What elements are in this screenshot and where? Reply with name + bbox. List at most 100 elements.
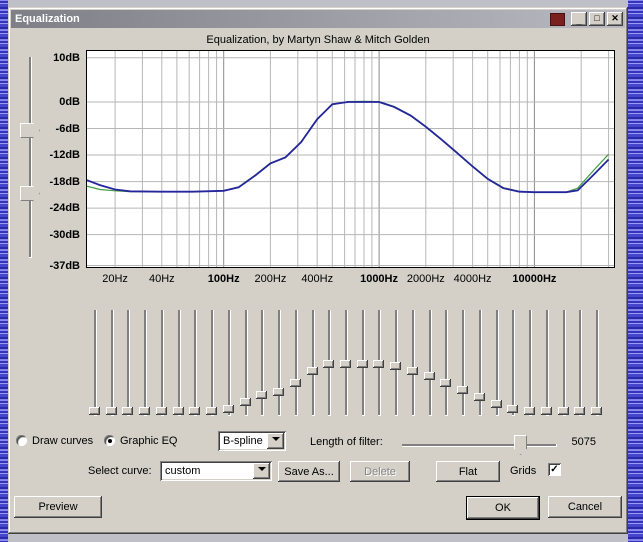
- draw-curves-label[interactable]: Draw curves: [32, 435, 93, 447]
- dropdown-arrow-icon[interactable]: [267, 433, 284, 449]
- eq-band-slider-100hz[interactable]: [206, 307, 218, 422]
- eq-band-thumb[interactable]: [122, 407, 134, 415]
- eq-band-slider-200hz[interactable]: [256, 307, 268, 422]
- eq-band-slider-63hz[interactable]: [172, 307, 185, 422]
- preview-button[interactable]: Preview: [14, 496, 102, 518]
- grids-label[interactable]: Grids: [510, 465, 536, 477]
- interpolation-combobox[interactable]: B-spline: [218, 431, 286, 451]
- eq-band-slider-20000hz[interactable]: [590, 307, 603, 422]
- eq-band-thumb[interactable]: [557, 407, 569, 415]
- eq-band-groove: [529, 310, 533, 416]
- eq-band-slider-250hz[interactable]: [273, 307, 285, 422]
- eq-band-groove: [227, 310, 231, 416]
- eq-band-thumb[interactable]: [590, 407, 602, 415]
- eq-band-thumb[interactable]: [540, 407, 552, 415]
- eq-band-slider-80hz[interactable]: [189, 307, 201, 422]
- eq-band-slider-400hz[interactable]: [306, 307, 319, 422]
- graphic-eq-radio[interactable]: [104, 435, 115, 446]
- eq-band-thumb[interactable]: [440, 378, 452, 387]
- eq-band-slider-3150hz[interactable]: [457, 307, 469, 422]
- maximize-button[interactable]: □: [589, 12, 605, 26]
- grids-checkbox[interactable]: ✓: [548, 463, 561, 476]
- eq-band-thumb[interactable]: [155, 407, 167, 415]
- eq-band-groove: [512, 310, 516, 416]
- filter-length-slider-thumb[interactable]: [514, 435, 527, 455]
- eq-band-slider-20hz[interactable]: [89, 307, 101, 422]
- eq-band-thumb[interactable]: [139, 407, 151, 415]
- graphic-eq-label[interactable]: Graphic EQ: [120, 435, 177, 447]
- eq-band-thumb[interactable]: [406, 367, 418, 376]
- eq-band-thumb[interactable]: [289, 378, 301, 387]
- flat-button[interactable]: Flat: [436, 461, 500, 482]
- eq-band-slider-125hz[interactable]: [222, 307, 235, 422]
- eq-band-thumb[interactable]: [105, 407, 117, 415]
- eq-band-thumb[interactable]: [172, 407, 184, 415]
- y-tick-label: -30dB: [49, 228, 80, 241]
- eq-band-slider-16000hz[interactable]: [574, 307, 586, 422]
- eq-band-thumb[interactable]: [524, 407, 536, 415]
- close-icon: ✕: [611, 12, 619, 23]
- eq-band-thumb[interactable]: [256, 390, 268, 399]
- y-axis-labels: 10dB 0dB -6dB -12dB -18dB -24dB -30dB -37dB: [32, 50, 82, 272]
- y-tick-label: 10dB: [53, 51, 80, 64]
- eq-band-groove: [428, 310, 432, 416]
- eq-band-slider-160hz[interactable]: [239, 307, 252, 422]
- eq-band-slider-630hz[interactable]: [339, 307, 352, 422]
- eq-band-thumb[interactable]: [239, 397, 251, 406]
- eq-band-slider-1000hz[interactable]: [373, 307, 385, 422]
- eq-band-thumb[interactable]: [373, 360, 385, 368]
- eq-band-slider-10000hz[interactable]: [540, 307, 553, 422]
- eq-band-thumb[interactable]: [306, 367, 318, 376]
- eq-band-slider-2000hz[interactable]: [423, 307, 436, 422]
- eq-band-thumb[interactable]: [507, 404, 519, 413]
- eq-band-slider-31.5hz[interactable]: [122, 307, 134, 422]
- eq-band-thumb[interactable]: [574, 407, 586, 415]
- select-curve-combobox[interactable]: custom: [160, 461, 272, 481]
- eq-band-groove: [160, 310, 164, 416]
- cancel-button[interactable]: Cancel: [548, 496, 622, 518]
- dropdown-arrow-icon[interactable]: [253, 463, 270, 479]
- titlebar-red-indicator: [550, 12, 565, 26]
- eq-band-slider-5000hz[interactable]: [490, 307, 503, 422]
- eq-band-thumb[interactable]: [89, 407, 100, 415]
- eq-band-thumb[interactable]: [206, 407, 218, 415]
- eq-band-thumb[interactable]: [323, 360, 335, 368]
- eq-band-slider-25hz[interactable]: [105, 307, 118, 422]
- eq-band-thumb[interactable]: [457, 385, 469, 394]
- eq-band-slider-800hz[interactable]: [356, 307, 369, 422]
- eq-band-thumb[interactable]: [339, 360, 351, 368]
- eq-band-slider-4000hz[interactable]: [473, 307, 486, 422]
- eq-band-slider-1250hz[interactable]: [390, 307, 402, 422]
- close-button[interactable]: ✕: [607, 12, 623, 26]
- eq-band-slider-315hz[interactable]: [289, 307, 302, 422]
- eq-band-thumb[interactable]: [222, 404, 234, 413]
- eq-band-thumb[interactable]: [189, 407, 201, 415]
- eq-band-groove: [278, 310, 282, 416]
- eq-plot-canvas: [85, 50, 615, 268]
- eq-band-slider-8000hz[interactable]: [524, 307, 536, 422]
- eq-band-groove: [545, 310, 549, 416]
- save-as-button[interactable]: Save As...: [278, 461, 340, 482]
- minimize-button[interactable]: _: [571, 12, 587, 26]
- radio-selected-dot: [107, 438, 112, 443]
- eq-band-groove: [445, 310, 449, 416]
- filter-length-slider-groove[interactable]: [402, 444, 557, 447]
- eq-band-slider-40hz[interactable]: [139, 307, 151, 422]
- eq-band-thumb[interactable]: [356, 360, 368, 368]
- eq-plot[interactable]: [85, 50, 615, 268]
- eq-band-slider-50hz[interactable]: [155, 307, 168, 422]
- eq-band-slider-2500hz[interactable]: [440, 307, 452, 422]
- draw-curves-radio[interactable]: [16, 435, 27, 446]
- eq-band-slider-12500hz[interactable]: [557, 307, 570, 422]
- titlebar[interactable]: Equalization _ □ ✕: [11, 10, 625, 28]
- eq-band-thumb[interactable]: [490, 399, 502, 408]
- select-curve-value: custom: [165, 465, 201, 477]
- eq-band-thumb[interactable]: [273, 388, 285, 397]
- eq-band-thumb[interactable]: [390, 362, 402, 371]
- eq-band-thumb[interactable]: [423, 371, 435, 380]
- ok-button[interactable]: OK: [466, 496, 540, 520]
- eq-band-thumb[interactable]: [473, 392, 485, 401]
- eq-band-slider-1600hz[interactable]: [406, 307, 419, 422]
- eq-band-slider-500hz[interactable]: [323, 307, 335, 422]
- eq-band-slider-6300hz[interactable]: [507, 307, 519, 422]
